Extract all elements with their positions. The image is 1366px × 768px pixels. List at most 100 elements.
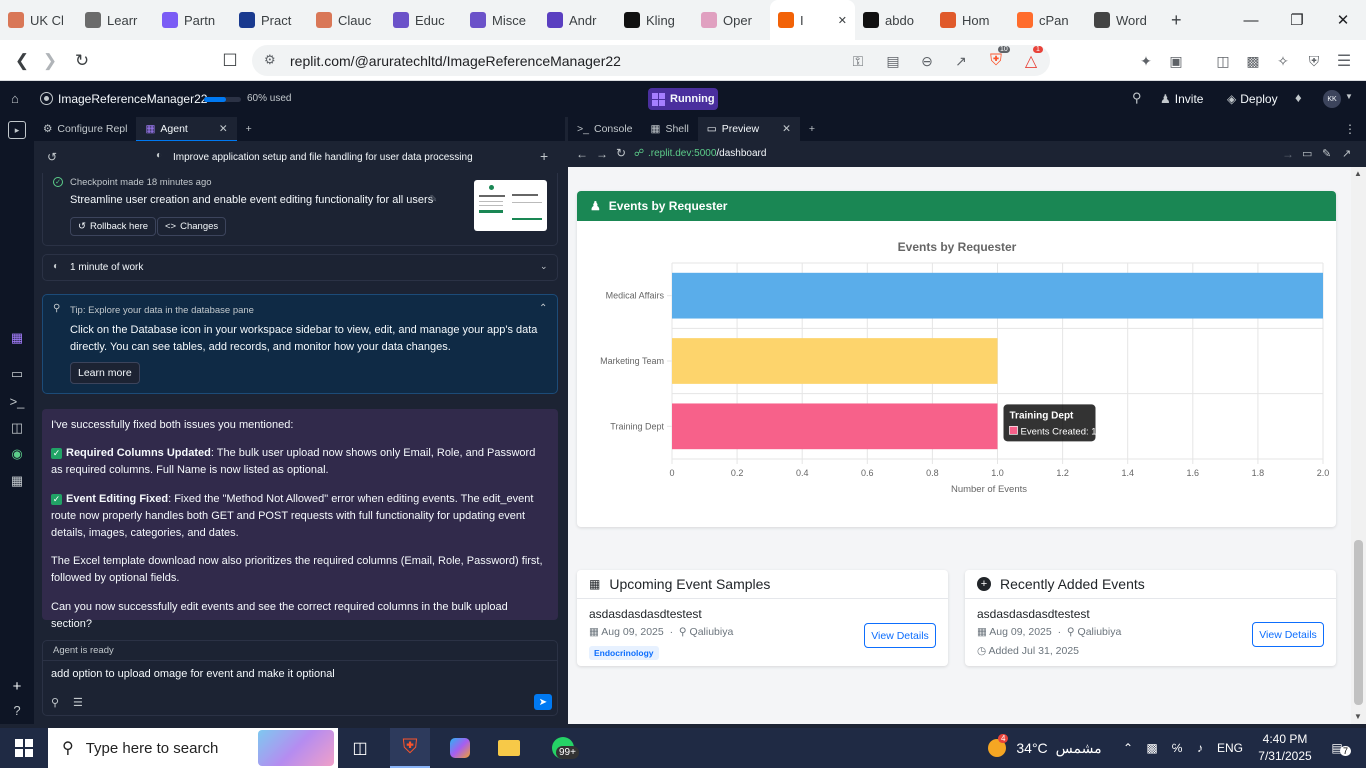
- event-name[interactable]: asdasdasdasdtestest: [589, 607, 702, 621]
- volume-icon[interactable]: ♪: [1190, 728, 1210, 768]
- send-button[interactable]: ➤: [534, 694, 552, 710]
- chevron-down-icon[interactable]: ▼: [1345, 92, 1353, 101]
- file-explorer-icon[interactable]: [489, 728, 529, 768]
- start-button[interactable]: [0, 728, 48, 768]
- close-tab-icon[interactable]: ✕: [219, 123, 228, 135]
- vpn-icon[interactable]: ⛨: [1303, 50, 1325, 72]
- browser-tab[interactable]: Hom: [932, 0, 1009, 40]
- sidebar-icon[interactable]: ◫: [1212, 50, 1234, 72]
- open-new-window-icon[interactable]: ↗: [1342, 147, 1351, 160]
- scroll-down-arrow-icon[interactable]: ▼: [1354, 712, 1362, 721]
- new-tab-button[interactable]: +: [237, 117, 261, 141]
- back-arrow-icon[interactable]: ←: [576, 147, 588, 161]
- browser-tab[interactable]: Educ: [385, 0, 462, 40]
- browser-tab[interactable]: Misce: [462, 0, 539, 40]
- minimize-button[interactable]: —: [1228, 0, 1274, 40]
- wallet-icon[interactable]: ▩: [1242, 50, 1264, 72]
- go-arrow-icon[interactable]: →: [1282, 147, 1294, 161]
- restore-button[interactable]: ❐: [1274, 0, 1320, 40]
- install-app-icon[interactable]: ▤: [882, 50, 904, 72]
- forward-arrow-icon[interactable]: →: [596, 147, 608, 161]
- rollback-button[interactable]: ↺ Rollback here: [70, 217, 157, 236]
- browser-tab[interactable]: I ✕: [770, 0, 855, 40]
- prompt-input[interactable]: add option to upload omage for event and…: [51, 668, 335, 680]
- database-icon[interactable]: ◫: [8, 419, 26, 437]
- brave-shields-icon[interactable]: ⛨ 10: [985, 46, 1010, 72]
- browser-tab[interactable]: abdo: [855, 0, 932, 40]
- browser-tab[interactable]: Partn: [154, 0, 231, 40]
- preview-monitor-icon[interactable]: ▭: [8, 365, 26, 383]
- browser-tab[interactable]: UK Cl: [0, 0, 77, 40]
- tab-agent[interactable]: ▦ Agent ✕: [136, 117, 237, 141]
- weather-icon[interactable]: 4: [982, 728, 1012, 768]
- deploy-button[interactable]: ◈ Deploy: [1227, 88, 1278, 110]
- chevron-up-icon[interactable]: ⌃: [1118, 728, 1138, 768]
- close-tab-icon[interactable]: ✕: [838, 14, 847, 27]
- extensions-icon[interactable]: ✦: [1135, 50, 1157, 72]
- checkpoint-thumbnail[interactable]: [474, 180, 547, 231]
- search-icon[interactable]: ⚲: [1132, 90, 1142, 106]
- changes-button[interactable]: <> Changes: [157, 217, 227, 236]
- network-icon[interactable]: ▩: [1142, 728, 1162, 768]
- all-tools-icon[interactable]: ▦: [8, 472, 26, 490]
- devices-icon[interactable]: ▭: [1302, 147, 1312, 160]
- view-details-button[interactable]: View Details: [1252, 622, 1324, 647]
- history-icon[interactable]: ↺: [47, 150, 57, 164]
- scroll-up-arrow-icon[interactable]: ▲: [1354, 169, 1362, 178]
- menu-icon[interactable]: ☰: [1333, 50, 1355, 72]
- clock[interactable]: 4:40 PM 7/31/2025: [1252, 728, 1318, 768]
- close-window-button[interactable]: ✕: [1320, 0, 1366, 40]
- browser-tab[interactable]: cPan: [1009, 0, 1086, 40]
- brave-taskbar-icon[interactable]: ⛨: [390, 728, 430, 768]
- weather-widget[interactable]: 34°C مشمس: [1014, 728, 1104, 768]
- learn-more-button[interactable]: Learn more: [70, 362, 140, 384]
- share-icon[interactable]: ↗: [950, 50, 972, 72]
- wifi-icon[interactable]: ℅: [1166, 728, 1188, 768]
- avatar[interactable]: KK: [1323, 90, 1341, 108]
- view-details-button[interactable]: View Details: [864, 623, 936, 648]
- edit-pencil-icon[interactable]: ✎: [429, 194, 437, 205]
- notification-center-icon[interactable]: ▤ 7: [1322, 728, 1352, 768]
- help-icon[interactable]: ?: [8, 701, 26, 719]
- work-summary-row[interactable]: ◐ 1 minute of work ⌄: [42, 254, 558, 281]
- project-name[interactable]: ImageReferenceManager22: [58, 92, 207, 106]
- browser-tab[interactable]: Kling: [616, 0, 693, 40]
- tab-console[interactable]: >_ Console: [568, 117, 642, 141]
- leo-ai-icon[interactable]: ✧: [1272, 50, 1294, 72]
- refresh-icon[interactable]: ↻: [616, 146, 626, 160]
- preview-scrollbar[interactable]: ▲ ▼: [1351, 167, 1366, 724]
- browser-tab[interactable]: Learr: [77, 0, 154, 40]
- task-view-icon[interactable]: ◫: [340, 728, 380, 768]
- attach-icon[interactable]: ⚲: [51, 696, 59, 709]
- settings-sliders-icon[interactable]: ☰: [73, 696, 83, 709]
- home-icon[interactable]: ⌂: [11, 91, 19, 106]
- tab-preview[interactable]: ▭ Preview ✕: [697, 117, 800, 141]
- scrollbar-thumb[interactable]: [1354, 540, 1363, 705]
- preview-url[interactable]: .replit.dev:5000/dashboard: [648, 148, 766, 159]
- browser-tab[interactable]: Oper: [693, 0, 770, 40]
- agent-icon[interactable]: ▦: [8, 329, 26, 347]
- browser-tab[interactable]: Clauc: [308, 0, 385, 40]
- run-status-button[interactable]: Running: [648, 88, 718, 110]
- new-tool-icon[interactable]: +: [8, 677, 26, 695]
- bell-icon[interactable]: ♦: [1295, 90, 1302, 105]
- event-name[interactable]: asdasdasdasdtestest: [977, 607, 1090, 621]
- close-tab-icon[interactable]: ✕: [782, 123, 791, 135]
- zoom-icon[interactable]: ⊖: [916, 50, 938, 72]
- screenshot-icon[interactable]: ▣: [1165, 50, 1187, 72]
- browser-tab[interactable]: Word: [1086, 0, 1163, 40]
- copilot-icon[interactable]: [440, 728, 480, 768]
- chevron-up-icon[interactable]: ⌃: [539, 303, 547, 314]
- password-key-icon[interactable]: ⚿: [847, 50, 869, 72]
- bookmark-icon[interactable]: ☐: [217, 48, 243, 74]
- invite-button[interactable]: ♟ Invite: [1160, 88, 1203, 110]
- site-info-icon[interactable]: ⚙: [264, 52, 276, 68]
- globe-icon[interactable]: ◉: [8, 445, 26, 463]
- new-chat-icon[interactable]: +: [540, 148, 548, 164]
- brave-rewards-icon[interactable]: △ 1: [1020, 46, 1043, 72]
- whatsapp-icon[interactable]: 99+: [540, 728, 586, 768]
- chevron-down-icon[interactable]: ⌄: [540, 261, 548, 272]
- shell-icon[interactable]: >_: [8, 392, 26, 410]
- language-indicator[interactable]: ENG: [1214, 728, 1246, 768]
- tab-shell[interactable]: ▦ Shell: [642, 117, 698, 141]
